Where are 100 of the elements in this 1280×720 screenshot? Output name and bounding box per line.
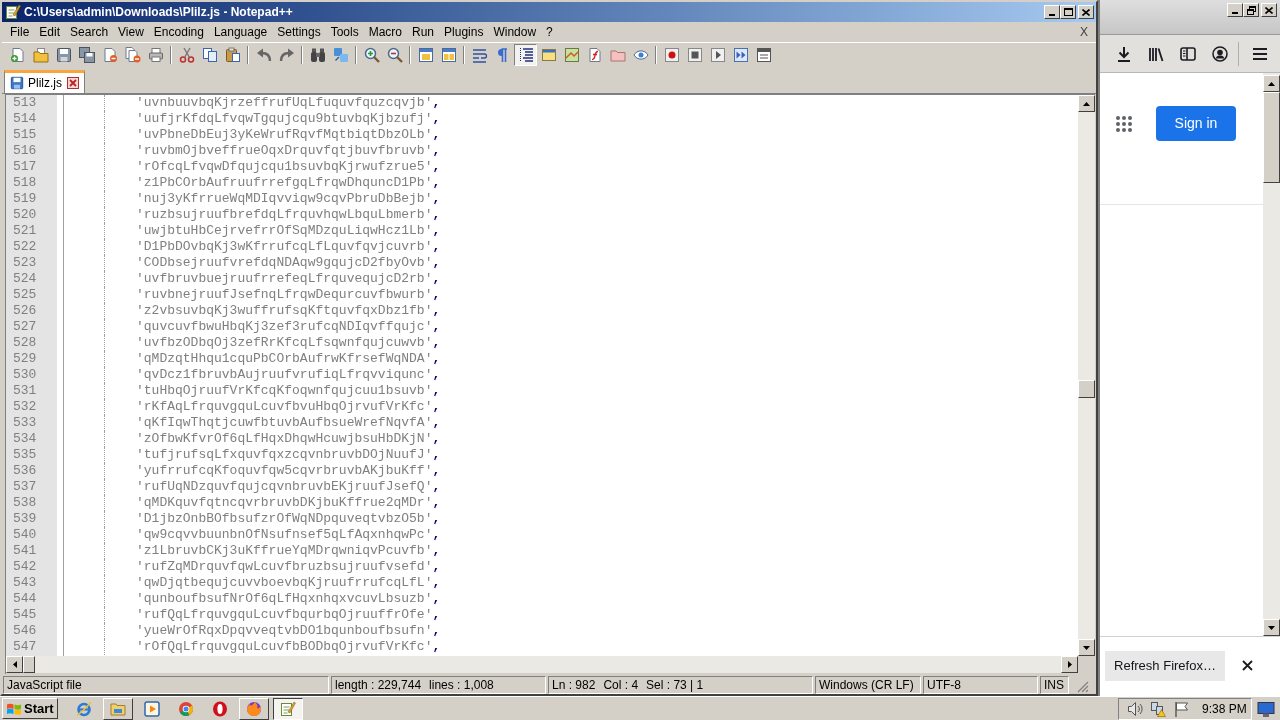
code-line: 'qwDjqtbequjcuvvboevbqKjruufrrufcqLfL', [136, 575, 441, 591]
open-folder-icon[interactable] [32, 46, 49, 63]
sidebar-icon[interactable] [1180, 45, 1196, 62]
down-triangle-icon [1268, 625, 1275, 630]
record-icon[interactable] [663, 46, 680, 63]
scroll-down-button[interactable] [1078, 639, 1095, 656]
scroll-up-button[interactable] [1078, 95, 1095, 112]
scroll-up-button[interactable] [1263, 75, 1280, 92]
menu-icon[interactable] [1252, 45, 1268, 62]
close-icon [1265, 6, 1273, 14]
start-button[interactable]: Start [2, 698, 58, 719]
scissors-icon[interactable] [178, 46, 195, 63]
o-logo-icon[interactable] [211, 700, 228, 717]
line-number: 526 [12, 303, 38, 319]
scroll-down-button[interactable] [1263, 619, 1280, 636]
download-icon[interactable] [1116, 45, 1132, 62]
scrollbar-thumb[interactable] [1078, 380, 1095, 398]
menu-item[interactable]: Search [65, 23, 114, 41]
minimize-icon [1049, 14, 1055, 16]
clipboard-icon[interactable] [224, 46, 241, 63]
scrollbar-thumb[interactable] [1263, 92, 1280, 183]
menu-item[interactable]: Macro [363, 23, 407, 41]
code-line: 'nuj3yKfrrueWqMDIqvviqw9cqvPbruDbBejb', [136, 191, 441, 207]
undo-icon[interactable] [255, 46, 272, 63]
notepad-icon[interactable] [279, 700, 296, 717]
speaker-icon[interactable] [1127, 700, 1143, 717]
copy-icon[interactable] [201, 46, 218, 63]
window-title: C:\Users\admin\Downloads\Plilz.js - Notepad++ [24, 4, 293, 21]
network-warning-icon[interactable] [1150, 700, 1166, 717]
browser-ball-icon[interactable] [177, 700, 194, 717]
e-logo-icon[interactable] [75, 700, 92, 717]
close-all-files-icon[interactable] [124, 46, 141, 63]
line-number: 541 [12, 543, 38, 559]
code-line: 'uvfbzODbqOj3zefRrKfcqLfsqwnfqujcuwvb', [136, 335, 441, 351]
play-icon[interactable] [709, 46, 726, 63]
menu-item[interactable]: File [5, 23, 35, 41]
menu-item[interactable]: Run [407, 23, 440, 41]
window-stack-icon[interactable] [417, 46, 434, 63]
redo-icon[interactable] [278, 46, 295, 63]
minimize-button[interactable] [1044, 5, 1060, 19]
panel-window-icon[interactable] [540, 46, 557, 63]
line-number: 546 [12, 623, 38, 639]
close-icon[interactable] [1242, 660, 1253, 671]
line-number: 547 [12, 639, 38, 655]
taskbar-button[interactable] [272, 697, 303, 720]
close-file-icon[interactable] [101, 46, 118, 63]
printer-icon[interactable] [147, 46, 164, 63]
list-window-icon[interactable] [755, 46, 772, 63]
fox-globe-icon[interactable] [245, 700, 262, 717]
menu-item[interactable]: Encoding [148, 23, 209, 41]
code-line: 'qw9cqvvbuunbnOfNsufnsef5qLfAqxnhqwPc', [136, 527, 441, 543]
minimize-button[interactable] [1227, 3, 1243, 17]
word-wrap-icon[interactable] [471, 46, 488, 63]
close-button[interactable] [1078, 5, 1094, 19]
stop-icon[interactable] [686, 46, 703, 63]
scroll-right-button[interactable] [1061, 656, 1078, 673]
window-split-icon[interactable] [440, 46, 457, 63]
menu-item[interactable]: Settings [272, 23, 326, 41]
function-list-icon[interactable] [586, 46, 603, 63]
menu-item[interactable]: Window [488, 23, 542, 41]
map-icon[interactable] [563, 46, 580, 63]
scroll-left-button[interactable] [6, 656, 23, 673]
play-tile-icon[interactable] [143, 700, 160, 717]
close-icon [1082, 8, 1090, 16]
fast-forward-icon[interactable] [732, 46, 749, 63]
code-line: 'ruvbnejruufJsefnqLfrqwDequrcuvfbwurb', [136, 287, 441, 303]
code-line: 'qKfIqwThqtjcuwfbtuvbAufbsueWrefNqvfA', [136, 415, 441, 431]
menu-item[interactable]: Tools [325, 23, 364, 41]
code-line: 'z1PbCOrbAufruufrrefgqLfrqwDhquncD1Pb', [136, 175, 441, 191]
line-number: 542 [12, 559, 38, 575]
line-number: 543 [12, 575, 38, 591]
sign-in-button[interactable]: Sign in [1156, 106, 1236, 141]
menu-item[interactable]: Language [208, 23, 273, 41]
close-document-button[interactable]: X [1078, 23, 1090, 41]
new-file-icon[interactable] [9, 46, 26, 63]
close-button[interactable] [1261, 3, 1277, 17]
menu-item[interactable]: Plugins [439, 23, 489, 41]
flag-icon[interactable] [1173, 700, 1189, 717]
menu-item[interactable]: Edit [34, 23, 66, 41]
library-icon[interactable] [1148, 45, 1164, 62]
apps-grid-icon[interactable] [1116, 116, 1132, 132]
line-number: 527 [12, 319, 38, 335]
binoculars-icon[interactable] [309, 46, 326, 63]
code-line: 'zOfbwKfvrOf6qLfHqxDhqwHcuwjbsuHbDKjN', [136, 431, 441, 447]
line-number: 519 [12, 191, 38, 207]
code-line: 'D1jbzOnbBOfbsufzrOfWqNDpquveqtvbzO5b', [136, 511, 441, 527]
file-tab[interactable]: Plilz.js [4, 70, 85, 93]
zoom-in-icon[interactable] [363, 46, 380, 63]
restore-button[interactable] [1243, 3, 1259, 17]
menu-item[interactable]: ? [541, 23, 558, 41]
line-number: 533 [12, 415, 38, 431]
monitor-icon[interactable] [1257, 700, 1275, 717]
refresh-firefox-button[interactable]: Refresh Firefox… [1105, 651, 1225, 681]
zoom-out-icon[interactable] [386, 46, 403, 63]
floppy-disks-icon[interactable] [78, 46, 95, 63]
menu-item[interactable]: View [113, 23, 149, 41]
maximize-button[interactable] [1060, 5, 1076, 19]
resize-grip-icon[interactable] [1077, 680, 1089, 693]
account-icon[interactable] [1212, 45, 1228, 62]
scrollbar-thumb[interactable] [23, 656, 35, 673]
